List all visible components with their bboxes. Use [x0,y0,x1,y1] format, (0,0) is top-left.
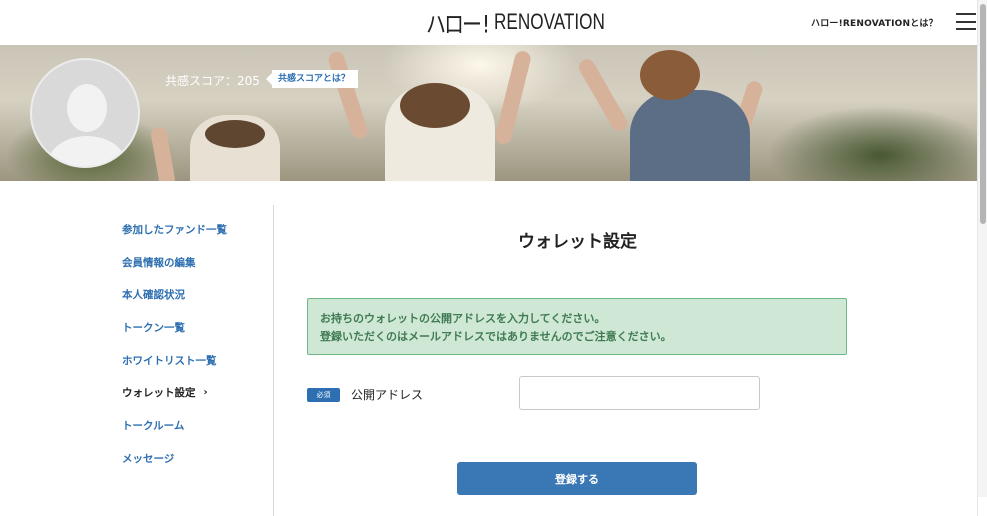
default-avatar-icon [30,58,140,168]
sidebar-item-tokens[interactable]: トークン一覧 [122,311,272,344]
public-address-label: 公開アドレス [351,388,424,402]
info-notice: お持ちのウォレットの公開アドレスを入力してください。 登録いただくのはメールアド… [307,298,847,355]
logo-text: RENOVATION [494,9,605,34]
sidebar-item-label: ウォレット設定 [122,387,196,400]
notice-line-2: 登録いただくのはメールアドレスではありませんのでご注意ください。 [320,330,672,343]
chevron-right-icon: › [203,387,208,399]
page-title: ウォレット設定 [518,232,637,252]
sidebar-item-wallet[interactable]: ウォレット設定 › [122,376,272,409]
score-help-link[interactable]: 共感スコアとは？ [266,70,358,88]
empathy-score: 共感スコア：205 [165,74,260,88]
sidebar-item-profile[interactable]: 会員情報の編集 [122,246,272,279]
hamburger-icon[interactable] [956,13,976,30]
sidebar-divider [273,205,274,516]
member-sidebar: 参加したファンド一覧 会員情報の編集 本人確認状況 トークン一覧 ホワイトリスト… [122,213,272,475]
site-header: ハロー! RENOVATION ハロー!RENOVATIONとは？ [0,0,987,45]
notice-line-1: お持ちのウォレットの公開アドレスを入力してください。 [320,312,606,325]
hero-banner [0,45,977,181]
sidebar-item-verification[interactable]: 本人確認状況 [122,278,272,311]
scroll-thumb[interactable] [980,4,986,224]
page-scrollbar[interactable] [977,0,987,516]
sidebar-item-messages[interactable]: メッセージ [122,442,272,475]
sidebar-item-whitelist[interactable]: ホワイトリスト一覧 [122,344,272,377]
sidebar-item-talkroom[interactable]: トークルーム [122,409,272,442]
sidebar-item-funds[interactable]: 参加したファンド一覧 [122,213,272,246]
required-badge: 必須 [307,388,340,402]
logo-mark: ハロー! [426,9,492,39]
public-address-input[interactable] [519,376,760,410]
about-link[interactable]: ハロー!RENOVATIONとは？ [811,16,938,29]
site-logo[interactable]: ハロー! RENOVATION [426,8,636,38]
register-button[interactable]: 登録する [457,462,697,495]
